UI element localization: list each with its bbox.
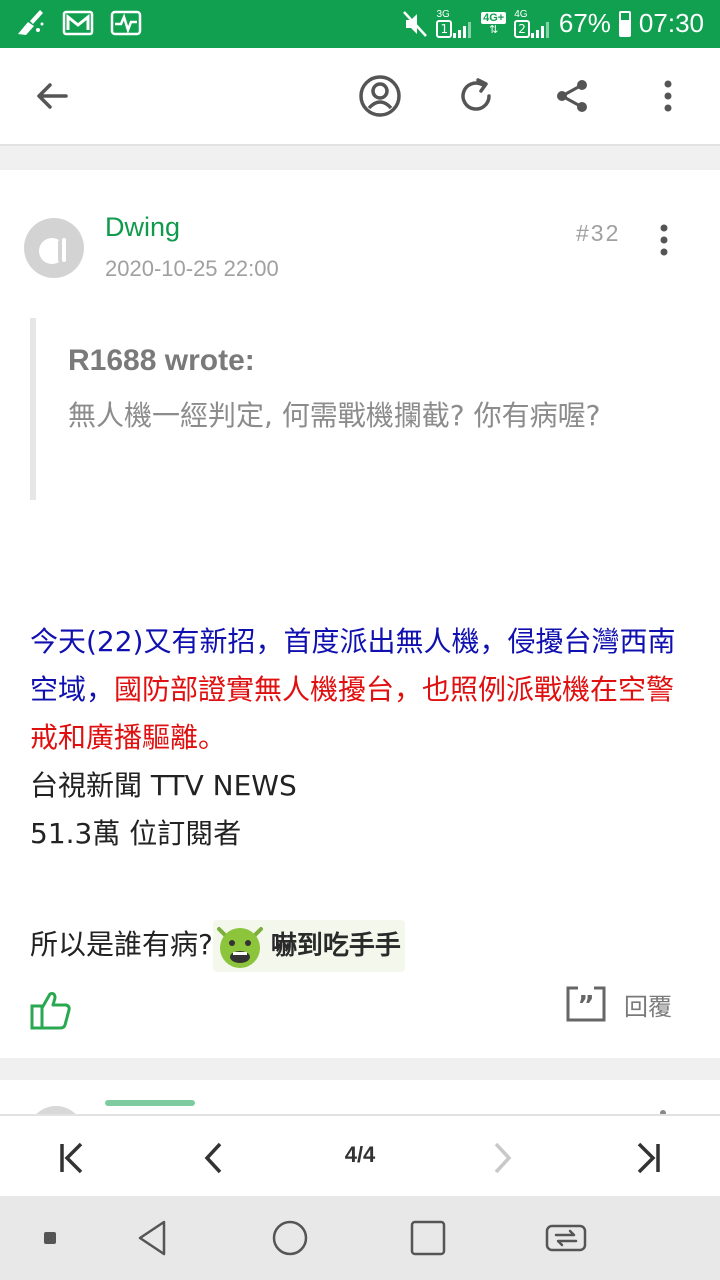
quote-text: 無人機一經判定, 何需戰機攔截? 你有病喔? — [68, 399, 601, 432]
first-page-icon — [60, 1142, 83, 1174]
post-body: 今天(22)又有新招，首度派出無人機，侵擾台灣西南空域，國防部證實無人機擾台，也… — [30, 618, 690, 972]
home-nav-button[interactable] — [266, 1214, 314, 1262]
page-indicator: 4/4 — [344, 1142, 376, 1167]
network-type-1: 3G — [436, 9, 450, 20]
thumbs-up-icon — [30, 992, 71, 1030]
default-avatar-icon — [39, 238, 66, 264]
next-post-username[interactable] — [105, 1100, 195, 1106]
switch-app-nav-button[interactable] — [542, 1214, 590, 1262]
status-bar: 3G 1 4G+ ⇅ 4G 2 67% 07:30 — [0, 0, 720, 48]
more-icon — [660, 224, 668, 256]
refresh-icon — [461, 78, 491, 111]
more-button[interactable] — [644, 72, 692, 120]
clock: 07:30 — [638, 8, 704, 38]
account-button[interactable] — [356, 72, 404, 120]
home-circle-icon — [272, 1220, 308, 1256]
post-date: 2020-10-25 22:00 — [105, 256, 279, 281]
post-card: Dwing 2020-10-25 22:00 #32 R1688 wrote: … — [0, 170, 720, 1058]
scared-face-icon — [216, 927, 263, 968]
quote-block: R1688 wrote: 無人機一經判定, 何需戰機攔截? 你有病喔? — [30, 318, 636, 500]
battery-percent: 67% — [558, 8, 611, 38]
news-source: 台視新聞 TTV NEWS — [30, 769, 297, 802]
post-username[interactable]: Dwing — [105, 212, 180, 243]
signal-icon — [530, 22, 549, 38]
battery-icon — [618, 10, 631, 37]
sim1-signal: 3G 1 — [436, 9, 473, 38]
gmail-icon — [62, 10, 94, 36]
mute-icon — [403, 10, 428, 37]
share-icon — [557, 80, 587, 112]
dot-indicator-button[interactable] — [26, 1214, 74, 1262]
post-number: #32 — [576, 220, 621, 246]
small-square-icon — [44, 1232, 56, 1244]
closing-line: 所以是誰有病? 嚇到吃手手 — [30, 920, 690, 972]
closing-question: 所以是誰有病? — [30, 928, 213, 961]
avatar[interactable] — [24, 218, 84, 278]
sim1-badge: 1 — [436, 20, 453, 38]
network-type-3: 4G — [514, 9, 528, 20]
system-nav-bar — [0, 1196, 720, 1280]
news-quote: 今天(22)又有新招，首度派出無人機，侵擾台灣西南空域，國防部證實無人機擾台，也… — [30, 618, 690, 762]
like-button[interactable] — [30, 988, 74, 1032]
data-arrows-icon: ⇅ — [489, 23, 499, 36]
activity-icon — [110, 10, 142, 36]
quote-author: R1688 wrote: — [68, 344, 255, 377]
cleaner-icon — [18, 10, 44, 35]
recents-square-icon — [410, 1220, 446, 1256]
data-indicator: 4G+ ⇅ — [481, 11, 507, 36]
sim2-badge: 2 — [514, 20, 530, 38]
back-button[interactable] — [28, 72, 76, 120]
post-more-button[interactable] — [648, 222, 680, 258]
last-page-button[interactable] — [624, 1134, 672, 1182]
refresh-button[interactable] — [452, 72, 500, 120]
reply-label: 回覆 — [624, 992, 672, 1021]
first-page-button[interactable] — [48, 1134, 96, 1182]
chevron-left-icon — [204, 1142, 222, 1174]
subscriber-count: 51.3萬 位訂閱者 — [30, 817, 242, 850]
back-nav-button[interactable] — [128, 1214, 176, 1262]
news-text-red: 國防部證實無人機擾台，也照例派戰機在空警戒和廣播驅離。 — [30, 673, 675, 754]
emoji-sticker: 嚇到吃手手 — [212, 920, 405, 972]
signal-icon — [453, 22, 472, 38]
account-icon — [359, 75, 401, 117]
switch-apps-icon — [545, 1224, 587, 1252]
sim2-signal: 4G 2 — [514, 9, 551, 38]
share-button[interactable] — [548, 72, 596, 120]
sticker-text: 嚇到吃手手 — [270, 931, 401, 961]
svg-text:”: ” — [577, 991, 594, 1021]
back-triangle-icon — [138, 1220, 166, 1256]
top-toolbar — [0, 48, 720, 146]
recents-nav-button[interactable] — [404, 1214, 452, 1262]
last-page-icon — [637, 1142, 660, 1174]
prev-page-button[interactable] — [190, 1134, 238, 1182]
next-page-button[interactable] — [478, 1134, 526, 1182]
back-arrow-icon — [37, 83, 68, 109]
pagination-bar: 4/4 — [0, 1114, 720, 1198]
reply-button[interactable]: ” 回覆 — [564, 984, 672, 1024]
network-type-2: 4G+ — [481, 11, 507, 24]
reply-quote-icon: ” — [566, 986, 606, 1022]
chevron-right-icon — [494, 1142, 512, 1174]
more-icon — [664, 80, 672, 112]
